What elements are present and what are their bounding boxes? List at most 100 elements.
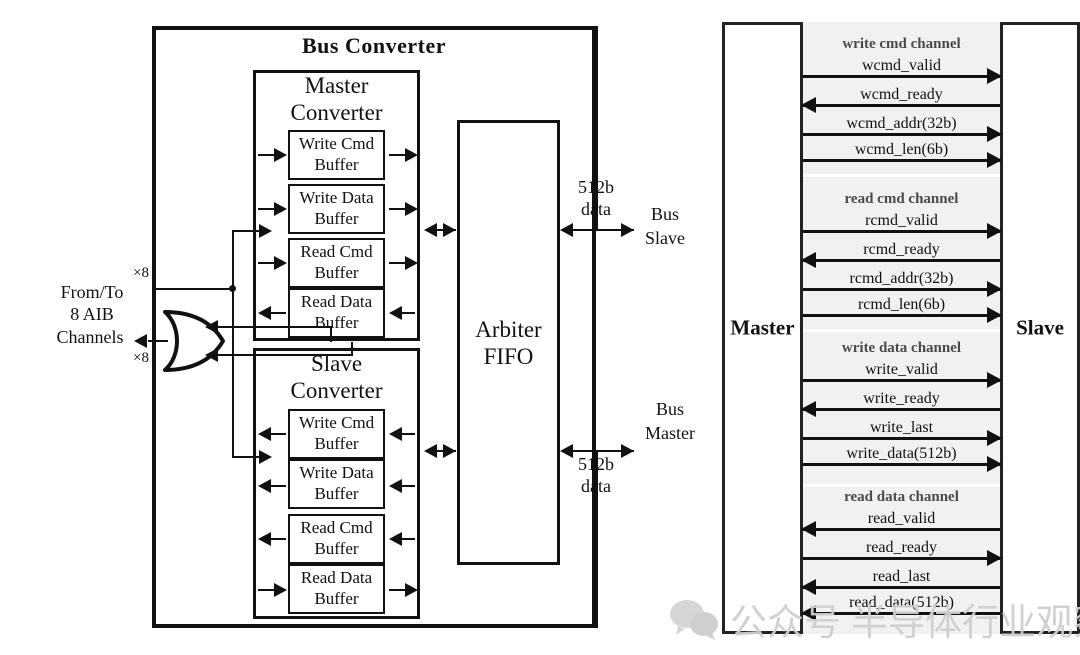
- signal-line: [803, 463, 1000, 466]
- arrow-left-icon: [424, 444, 437, 458]
- arrow-right-icon: [274, 583, 287, 597]
- buffer-label-line2: Buffer: [314, 263, 359, 282]
- arrow-left-icon: [258, 532, 271, 546]
- signal-row-write-ready: write_ready: [801, 390, 1000, 417]
- arrow-right-icon: [443, 444, 456, 458]
- master-endpoint-bar: Master: [722, 22, 803, 634]
- bus-master-width-line1: 512b: [578, 454, 614, 474]
- arrow-left-icon: [134, 334, 147, 348]
- master-endpoint-label: Master: [730, 315, 795, 340]
- arrow-left-icon: [801, 97, 816, 113]
- wire: [213, 354, 353, 356]
- arrow-left-icon: [258, 427, 271, 441]
- signal-label: wcmd_valid: [861, 57, 942, 74]
- signal-line: [803, 230, 1000, 233]
- arrow-right-icon: [987, 456, 1002, 472]
- arbiter-fifo-label-line2: FIFO: [483, 344, 534, 369]
- signal-label: rcmd_valid: [865, 212, 938, 229]
- bus-slave-width-line1: 512b: [578, 177, 614, 197]
- master-write-data-buffer: Write Data Buffer: [288, 184, 385, 234]
- arrow-right-icon: [987, 281, 1002, 297]
- aib-interface-line3: Channels: [56, 327, 124, 347]
- signal-row-wcmd-ready: wcmd_ready: [801, 86, 1000, 113]
- wechat-icon: [670, 600, 718, 640]
- arrow-left-icon: [560, 223, 573, 237]
- slave-read-cmd-buffer: Read Cmd Buffer: [288, 514, 385, 564]
- master-write-cmd-buffer: Write Cmd Buffer: [288, 130, 385, 180]
- arrow-right-icon: [259, 450, 272, 464]
- buffer-label-line1: Read Cmd: [300, 518, 373, 537]
- arbiter-fifo-label-line1: Arbiter: [475, 317, 542, 342]
- signal-row-read-last: read_last: [801, 568, 1000, 595]
- arrow-right-icon: [405, 256, 418, 270]
- slave-endpoint-label: Slave: [1016, 315, 1064, 340]
- signal-row-write-last: write_last: [803, 419, 1002, 446]
- aib-interface-line1: From/To: [60, 282, 124, 302]
- buffer-label-line2: Buffer: [314, 155, 359, 174]
- wire: [213, 326, 332, 328]
- arrow-right-icon: [987, 550, 1002, 566]
- arrow-right-icon: [274, 256, 287, 270]
- buffer-label-line2: Buffer: [314, 313, 359, 332]
- channel-header-read-cmd: read cmd channel: [844, 191, 959, 207]
- signal-line: [803, 379, 1000, 382]
- arrow-right-icon: [987, 307, 1002, 323]
- arrow-right-icon: [405, 202, 418, 216]
- arrow-right-icon: [987, 152, 1002, 168]
- buffer-label-line1: Write Data: [299, 188, 374, 207]
- channel-header-read-data: read data channel: [844, 489, 959, 505]
- signal-row-read-valid: read_valid: [801, 510, 1000, 537]
- buffer-label-line2: Buffer: [314, 209, 359, 228]
- arrow-right-icon: [987, 126, 1002, 142]
- arrow-right-icon: [259, 224, 272, 238]
- slave-write-cmd-buffer: Write Cmd Buffer: [288, 409, 385, 459]
- arrow-right-icon: [987, 68, 1002, 84]
- arrow-left-icon: [258, 306, 271, 320]
- signal-line: [803, 288, 1000, 291]
- arrow-right-icon: [274, 202, 287, 216]
- diagram-canvas: Bus Converter Master Converter Write Cmd…: [0, 0, 1080, 655]
- buffer-label-line1: Write Cmd: [298, 134, 375, 153]
- arrow-left-icon: [205, 320, 218, 334]
- signal-line: [803, 528, 1000, 531]
- arrow-left-icon: [389, 306, 402, 320]
- signal-label: write_ready: [863, 390, 940, 407]
- wire: [351, 342, 353, 356]
- signal-label: rcmd_ready: [863, 241, 940, 258]
- signal-label: rcmd_len(6b): [857, 296, 946, 313]
- aib-bottom-multiplier: ×8: [133, 350, 149, 366]
- signal-label: rcmd_addr(32b): [849, 270, 954, 287]
- signal-row-write-valid: write_valid: [803, 361, 1002, 388]
- signal-line: [803, 314, 1000, 317]
- signal-line: [803, 612, 1000, 615]
- signal-line: [803, 557, 1000, 560]
- bus-master-width-line2: data: [581, 476, 611, 496]
- channel-header-write-cmd: write cmd channel: [842, 36, 961, 52]
- arrow-right-icon: [274, 148, 287, 162]
- arrow-left-icon: [205, 348, 218, 362]
- bus-slave-port-line1: Bus: [650, 204, 679, 224]
- arrow-right-icon: [405, 583, 418, 597]
- slave-read-data-buffer: Read Data Buffer: [288, 564, 385, 614]
- arrow-right-icon: [987, 372, 1002, 388]
- bus-slave-port-line2: Slave: [645, 228, 685, 248]
- aib-output-wire: [148, 340, 168, 342]
- arrow-right-icon: [987, 223, 1002, 239]
- signal-line: [803, 75, 1000, 78]
- signal-row-rcmd-ready: rcmd_ready: [801, 241, 1000, 268]
- arrow-left-icon: [258, 479, 271, 493]
- signal-label: read_ready: [865, 539, 938, 556]
- signal-label: write_valid: [865, 361, 938, 378]
- signal-row-wcmd-addr: wcmd_addr(32b): [803, 115, 1002, 142]
- master-converter-title-line2: Converter: [290, 100, 383, 125]
- master-read-cmd-buffer: Read Cmd Buffer: [288, 238, 385, 288]
- slave-endpoint-bar: Slave: [1000, 22, 1080, 634]
- signal-row-write-data: write_data(512b): [803, 445, 1002, 472]
- channel-header-write-data: write data channel: [841, 340, 962, 356]
- bus-master-port-line1: Bus: [655, 399, 684, 419]
- signal-line: [803, 133, 1000, 136]
- aib-input-bus: [232, 230, 234, 458]
- buffer-label-line2: Buffer: [314, 539, 359, 558]
- buffer-label-line2: Buffer: [314, 484, 359, 503]
- signal-label: read_data(512b): [849, 594, 954, 611]
